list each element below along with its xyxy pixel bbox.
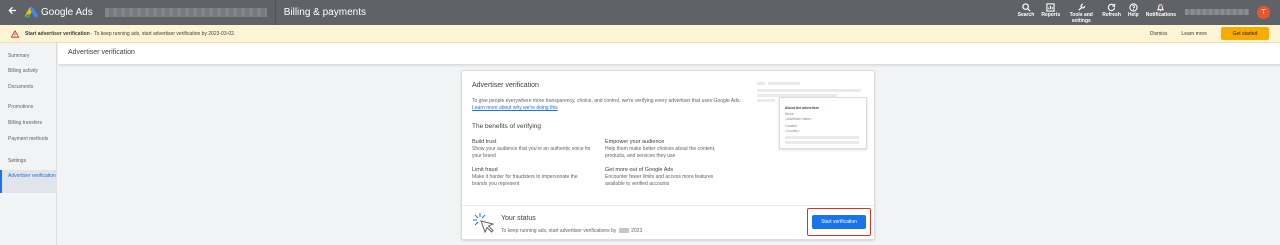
search-tool-label: Search	[1017, 12, 1035, 18]
search-icon	[1021, 3, 1031, 12]
benefit-title: Empower your audience	[605, 139, 665, 145]
sidebar-item-billing-activity[interactable]: Billing activity	[0, 68, 57, 75]
refresh-tool[interactable]: Refresh	[1102, 0, 1121, 19]
refresh-icon	[1107, 3, 1116, 12]
illustration-line	[768, 82, 800, 85]
sidebar-item-documents[interactable]: Documents	[0, 84, 57, 91]
account-email-redacted[interactable]	[1185, 9, 1249, 15]
status-divider	[462, 205, 874, 206]
banner-title: Start advertiser verification	[25, 30, 90, 37]
preview-heading: About the advertiser	[785, 106, 820, 110]
status-desc-prefix: To keep running ads, start advertiser ve…	[501, 228, 617, 234]
reports-tool[interactable]: Reports	[1041, 0, 1060, 19]
preview-name-value: <Advertiser name>	[785, 117, 812, 121]
help-icon	[1129, 3, 1138, 12]
card-intro-text: To give people everywhere more transpare…	[472, 98, 741, 104]
banner-actions: Dismiss Learn more Get started	[1150, 27, 1269, 40]
header-divider	[274, 0, 276, 25]
sidebar-item-payment-methods[interactable]: Payment methods	[0, 136, 50, 143]
get-started-button[interactable]: Get started	[1221, 27, 1269, 40]
notifications-tool[interactable]: Notifications	[1146, 0, 1176, 19]
google-ads-logo-icon	[24, 6, 39, 19]
benefits-title: The benefits of verifying	[472, 123, 542, 130]
advertiser-preview-card: About the advertiser Name <Advertiser na…	[779, 97, 867, 149]
reports-icon	[1046, 3, 1055, 12]
help-tool[interactable]: Help	[1128, 0, 1139, 19]
illustration-line	[785, 136, 859, 139]
benefit-empower-audience: Empower your audience Help them make bet…	[605, 139, 720, 160]
status-title: Your status	[501, 215, 536, 222]
status-desc-suffix: 2023	[631, 228, 643, 234]
advertiser-info-illustration: About the advertiser Name <Advertiser na…	[757, 80, 867, 149]
help-tool-label: Help	[1127, 12, 1139, 18]
tools-and-settings-tool-label: Tools and settings	[1069, 12, 1093, 24]
sidebar-item-summary[interactable]: Summary	[0, 53, 57, 60]
redacted-date	[618, 228, 629, 233]
sidebar-item-advertiser-verification[interactable]: Advertiser verification	[0, 170, 57, 193]
illustration-line	[785, 141, 859, 144]
advertiser-verification-card: Advertiser verification To give people e…	[461, 70, 875, 240]
status-desc: To keep running ads, start advertiser ve…	[501, 228, 642, 234]
google-ads-logo[interactable]: Google Ads	[24, 6, 93, 19]
benefit-get-more: Get more out of Google Ads Encounter few…	[605, 167, 720, 188]
bell-icon	[1157, 3, 1165, 12]
banner-message: · To keep running ads, start advertiser …	[89, 30, 236, 37]
illustration-line	[757, 99, 775, 102]
page-title: Billing & payments	[283, 7, 366, 18]
start-verification-highlight: Start verification	[807, 208, 871, 236]
wrench-icon	[1078, 3, 1085, 11]
preview-location-value: <Country>	[785, 129, 800, 133]
product-name: Google Ads	[41, 7, 93, 18]
benefit-title: Build trust	[472, 139, 497, 145]
account-name-redacted[interactable]	[104, 8, 267, 17]
notifications-tool-label: Notifications	[1145, 12, 1176, 18]
sidebar: Summary Billing activity Documents Promo…	[0, 43, 57, 245]
preview-location-label: Location	[785, 124, 798, 128]
warning-icon	[11, 29, 19, 38]
card-intro: To give people everywhere more transpare…	[472, 98, 742, 112]
benefit-title: Get more out of Google Ads	[605, 167, 674, 173]
benefit-desc: Encounter fewer limits and access more f…	[605, 174, 714, 187]
banner-text: Start advertiser verification · To keep …	[25, 31, 235, 37]
benefit-title: Limit fraud	[472, 167, 498, 173]
illustration-line	[757, 82, 765, 85]
section-header: Advertiser verification	[58, 43, 1280, 65]
start-verification-button[interactable]: Start verification	[812, 215, 866, 229]
sidebar-item-billing-transfers[interactable]: Billing transfers	[0, 120, 57, 127]
card-title: Advertiser verification	[472, 82, 539, 89]
preview-name-label: Name	[785, 112, 794, 116]
section-title: Advertiser verification	[68, 49, 135, 56]
benefit-limit-fraud: Limit fraud Make it harder for fraudster…	[472, 167, 592, 188]
back-arrow-icon[interactable]	[8, 0, 20, 25]
header-tools: Search Reports Tools and settings Refres…	[1011, 0, 1280, 25]
benefit-build-trust: Build trust Show your audience that you'…	[472, 139, 592, 160]
sidebar-item-settings[interactable]: Settings	[0, 158, 57, 165]
search-tool[interactable]: Search	[1017, 0, 1035, 19]
dismiss-button[interactable]: Dismiss	[1150, 31, 1168, 37]
tools-and-settings-tool[interactable]: Tools and settings	[1067, 0, 1095, 24]
top-bar: Google Ads Billing & payments Search Rep…	[0, 0, 1280, 25]
refresh-tool-label: Refresh	[1102, 12, 1121, 18]
cursor-click-icon	[473, 213, 494, 234]
reports-tool-label: Reports	[1041, 12, 1061, 18]
learn-more-why-link[interactable]: Learn more about why we're doing this	[472, 105, 558, 111]
illustration-line	[757, 89, 861, 92]
benefit-desc: Make it harder for fraudsters to imperso…	[472, 174, 578, 187]
sidebar-item-promotions[interactable]: Promotions	[0, 104, 57, 111]
learn-more-button[interactable]: Learn more	[1181, 31, 1207, 37]
benefit-desc: Help them make better choices about the …	[605, 146, 716, 159]
avatar[interactable]: T	[1257, 6, 1270, 19]
benefit-desc: Show your audience that you're an authen…	[472, 146, 591, 159]
verification-banner: Start advertiser verification · To keep …	[0, 25, 1280, 43]
